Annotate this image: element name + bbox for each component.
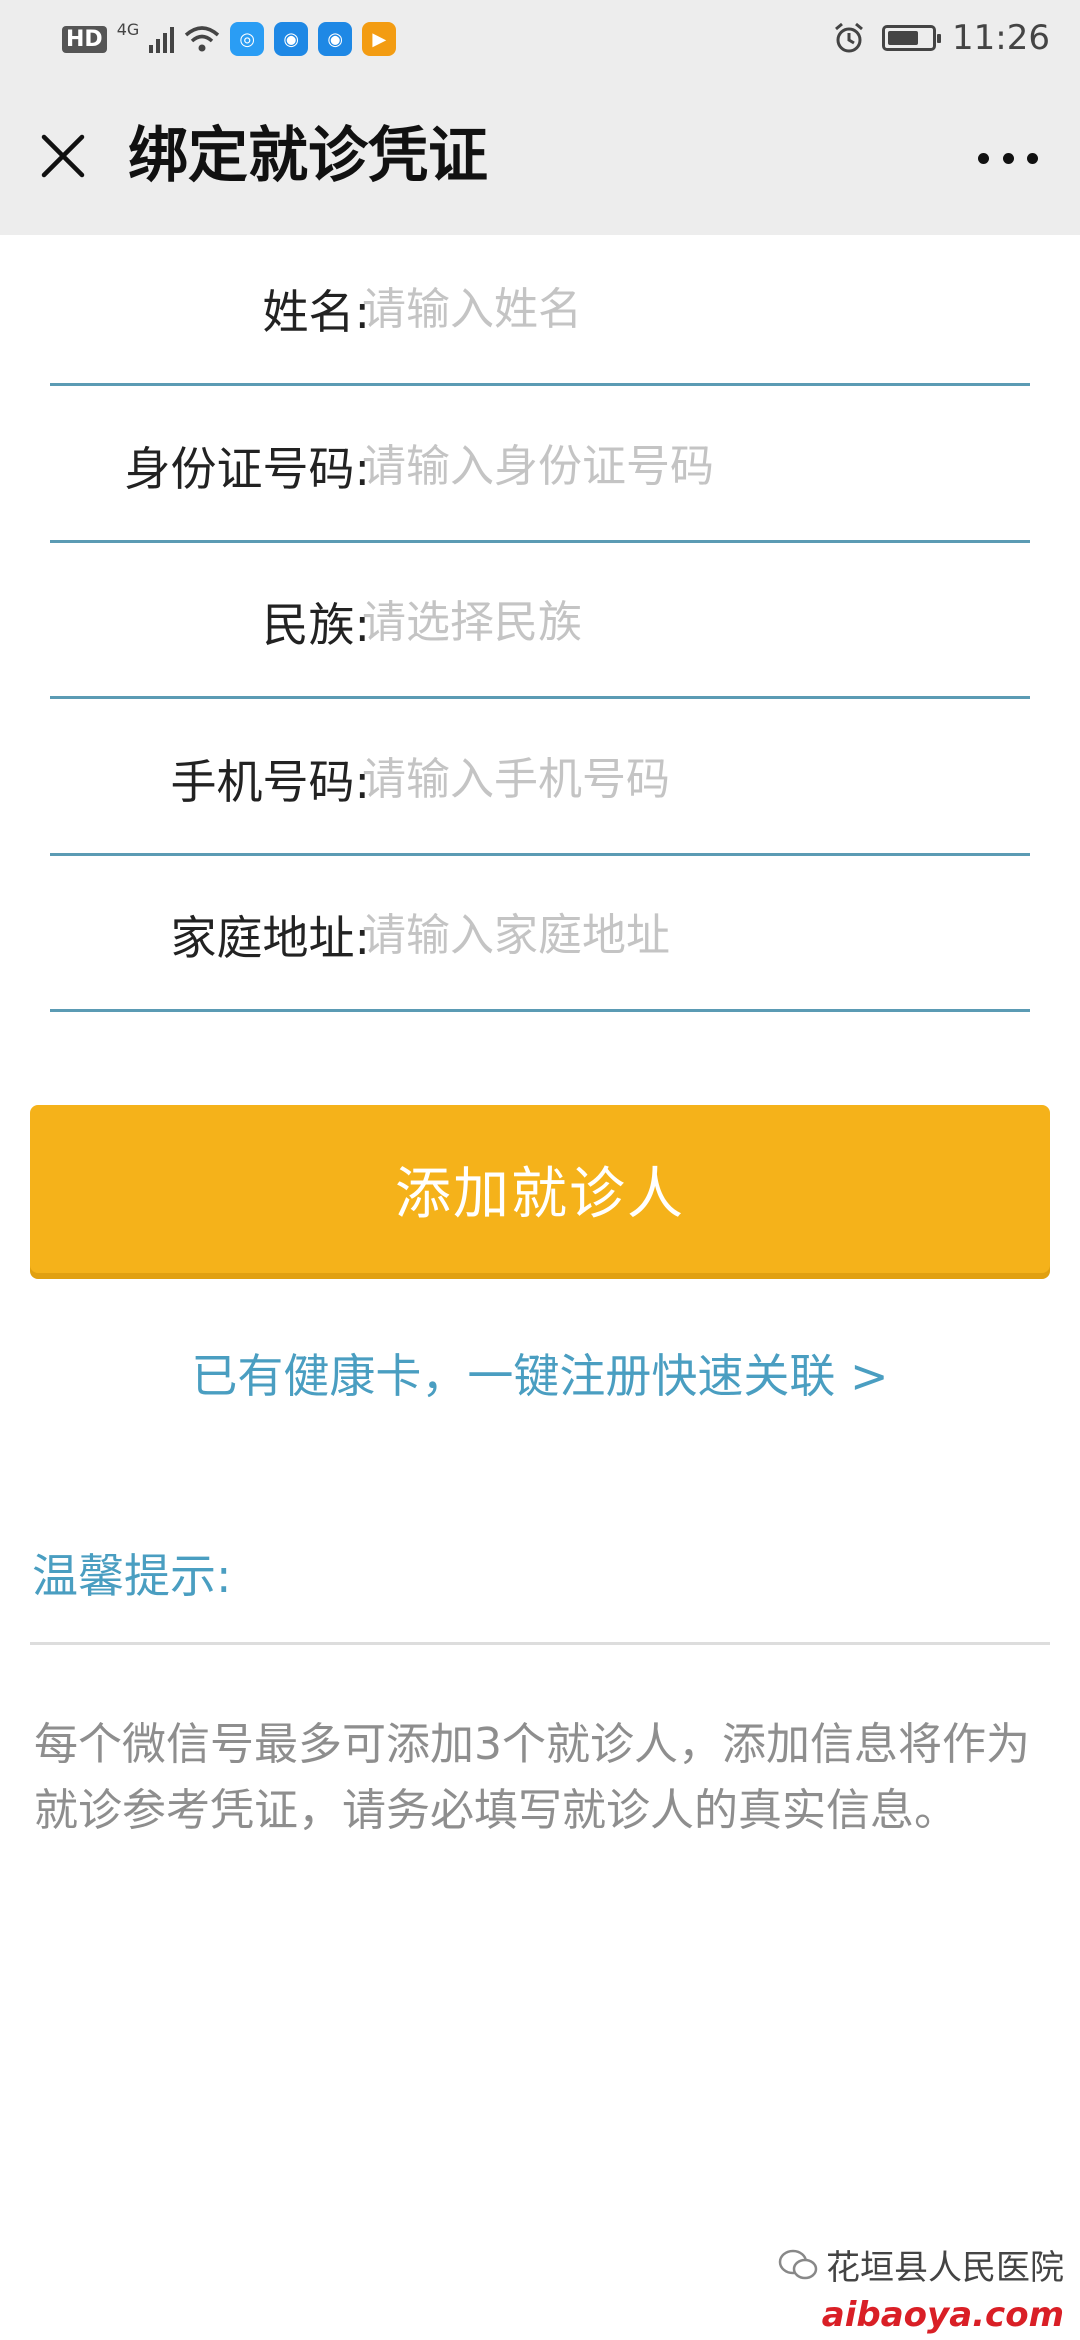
battery-icon (882, 25, 942, 51)
hd-icon: HD (62, 25, 107, 53)
watermark-source-text: 花垣县人民医院 (826, 2248, 1064, 2288)
wifi-app-icon: ◉ (318, 22, 353, 56)
page-title: 绑定就诊凭证 (128, 121, 488, 191)
status-bar-right: 11:26 (832, 18, 1050, 58)
phone-label: 手机号码: (170, 755, 371, 809)
alarm-icon (835, 22, 863, 53)
wifi-app-icon: ◉ (274, 22, 309, 56)
clock-time: 11:26 (952, 18, 1050, 58)
address-row: 家庭地址: (50, 858, 1030, 1012)
address-input[interactable] (362, 900, 1002, 970)
id-number-label: 身份证号码: (124, 442, 371, 496)
health-card-link[interactable]: 已有健康卡，一键注册快速关联 > (0, 1340, 1080, 1406)
title-bar: 绑定就诊凭证 (0, 80, 1080, 235)
wifi-icon (185, 26, 220, 52)
more-button[interactable] (972, 132, 1044, 184)
tips-divider (30, 1642, 1050, 1645)
ethnicity-select[interactable] (362, 587, 1002, 657)
id-number-input[interactable] (362, 431, 1002, 501)
phone-row: 手机号码: (50, 702, 1030, 856)
phone-input[interactable] (362, 744, 1002, 814)
name-input[interactable] (362, 274, 1002, 344)
id-number-row: 身份证号码: (50, 389, 1030, 543)
name-row: 姓名: (50, 232, 1030, 386)
browser-app-icon: ◎ (230, 22, 265, 56)
add-patient-button[interactable]: 添加就诊人 (30, 1105, 1050, 1273)
tips-title: 温馨提示: (32, 1549, 232, 1603)
close-button[interactable] (32, 125, 94, 187)
status-bar: HD 4G ◎ ◉ ◉ ▶ 11:26 (0, 0, 1080, 80)
more-icon-dot (978, 152, 989, 164)
name-label: 姓名: (262, 285, 371, 339)
video-app-icon: ▶ (362, 22, 397, 56)
signal-icon (149, 25, 175, 53)
address-label: 家庭地址: (170, 911, 371, 965)
more-icon-dot (1002, 152, 1014, 164)
ethnicity-row: 民族: (50, 545, 1030, 699)
status-bar-left: HD 4G ◎ ◉ ◉ ▶ (62, 19, 397, 56)
ethnicity-label: 民族: (262, 598, 371, 652)
more-icon-dot (1027, 152, 1038, 164)
watermark-source: 花垣县人民医院 (778, 2240, 1064, 2289)
watermark: 花垣县人民医院 aibaoya.com (778, 2240, 1064, 2335)
watermark-site: aibaoya.com (821, 2295, 1064, 2335)
wechat-icon (778, 2249, 818, 2279)
tips-body: 每个微信号最多可添加3个就诊人，添加信息将作为就诊参考凭证，请务必填写就诊人的真… (34, 1719, 1030, 1836)
close-icon (41, 134, 85, 178)
network-type-label: 4G (116, 19, 140, 39)
